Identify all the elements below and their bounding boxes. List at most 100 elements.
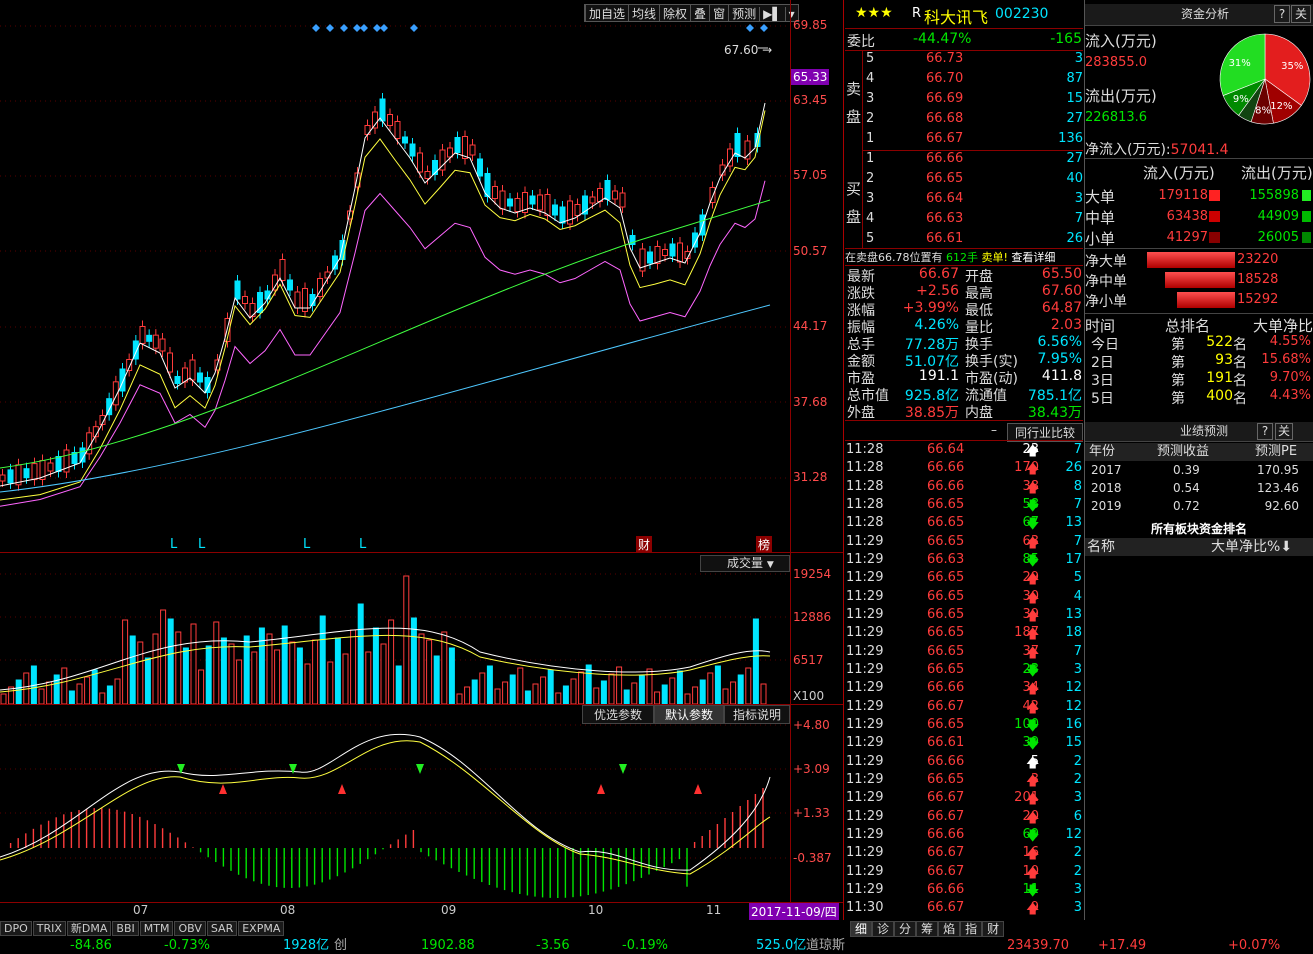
ma-line (0, 180, 766, 507)
order-volume: 27 (1066, 111, 1083, 126)
candle-body (529, 195, 536, 205)
index-name[interactable]: 道琼斯 (806, 938, 845, 954)
flow-out-header: 流出(万元) (1241, 164, 1313, 182)
default-param-button[interactable]: 默认参数 (654, 705, 724, 724)
tick-price: 66.65 (927, 533, 965, 549)
stat-value: 38.85万 (904, 405, 959, 421)
tab-new-dma[interactable]: 新DMA (66, 921, 112, 936)
order-row[interactable]: 3 66.64 3 (862, 191, 1084, 211)
overlay-button[interactable]: 叠 (690, 5, 709, 22)
volume-bar (638, 675, 645, 704)
order-row[interactable]: 3 66.69 15 (862, 91, 1084, 111)
volume-bar (448, 647, 455, 704)
tab-dpo[interactable]: DPO (0, 921, 32, 936)
tick-time: 11:29 (846, 716, 884, 732)
signal-diamond-icon (746, 24, 754, 32)
signal-diamond-icon (410, 24, 418, 32)
index-change-pct: -0.19% (622, 938, 668, 953)
rank-prefix: 第 (1171, 373, 1185, 389)
order-level: 4 (866, 211, 875, 226)
order-row[interactable]: 1 66.66 27 (862, 151, 1084, 171)
tick-count: 12 (1065, 826, 1082, 842)
order-level: 1 (866, 151, 875, 166)
tab-expma[interactable]: EXPMA (238, 921, 285, 936)
sector-net-header[interactable]: 大单净比%⬇ (1211, 538, 1292, 556)
volume-bar (160, 609, 167, 704)
forecast-button[interactable]: 预测 (728, 5, 759, 22)
tab-sar[interactable]: SAR (206, 921, 238, 936)
signal-diamond-icon (380, 24, 388, 32)
order-row[interactable]: 4 66.63 7 (862, 211, 1084, 231)
ranking-badge[interactable]: 榜 (756, 536, 773, 553)
tick-count: 8 (1073, 478, 1082, 494)
tick-price: 66.61 (927, 735, 965, 751)
volume-bar (661, 684, 668, 704)
index-name[interactable]: 创 (334, 938, 347, 954)
indicator-help-button[interactable]: 指标说明 (724, 705, 790, 724)
tick-row: 11:29 66.65 23 🡇 3 (845, 662, 1085, 680)
tick-time: 11:29 (846, 533, 884, 549)
volume-bar (190, 623, 197, 704)
close-button[interactable]: 关 (1291, 5, 1311, 23)
volume-bar (53, 674, 60, 704)
volume-indicator-select[interactable]: 成交量 ▼ (700, 555, 790, 572)
tab-obv[interactable]: OBV (174, 921, 206, 936)
order-row[interactable]: 5 66.61 26 (862, 231, 1084, 251)
buy-signal-icon (694, 784, 702, 794)
tick-price: 66.65 (927, 515, 965, 531)
order-volume: 15 (1066, 91, 1083, 106)
finance-badge[interactable]: 财 (636, 536, 653, 553)
current-price-tag: 65.33 (791, 69, 829, 85)
tab-detail[interactable]: 细 (850, 921, 873, 937)
optimal-param-button[interactable]: 优选参数 (582, 705, 654, 724)
volume-bar (372, 627, 379, 704)
order-volume: 27 (1066, 151, 1083, 166)
tab-indicator[interactable]: 指 (960, 921, 983, 937)
order-row[interactable]: 2 66.65 40 (862, 171, 1084, 191)
order-price: 66.63 (926, 211, 964, 226)
stat-value: +3.99% (902, 300, 959, 316)
sell-order-notice[interactable]: 在卖盘66.78位置有 612手 卖单! 查看详细 (845, 249, 1055, 265)
order-row[interactable]: 4 66.70 87 (862, 71, 1084, 91)
tab-minute[interactable]: 分 (894, 921, 917, 937)
index-value: 1902.88 (421, 938, 475, 953)
flow-in-swatch (1209, 190, 1220, 201)
ma-button[interactable]: 均线 (628, 5, 659, 22)
rank-row: 3日 第 191 名 9.70% (1085, 370, 1313, 389)
ex-rights-button[interactable]: 除权 (659, 5, 690, 22)
order-row[interactable]: 2 66.68 27 (862, 111, 1084, 131)
month-label: 08 (280, 903, 296, 917)
play-icon[interactable]: ▶▌ (759, 7, 784, 21)
order-row[interactable]: 5 66.73 3 (862, 51, 1084, 71)
tab-finance[interactable]: 财 (982, 921, 1005, 937)
view-details-link[interactable]: 查看详细 (1011, 251, 1055, 264)
rank-suffix: 名 (1233, 373, 1247, 389)
tick-row: 11:29 66.61 39 🡇 15 (845, 735, 1085, 753)
close-button[interactable]: 关 (1275, 423, 1293, 440)
help-button[interactable]: ? (1257, 423, 1273, 440)
sector-name-header[interactable]: 名称 (1087, 538, 1115, 556)
tab-bbi[interactable]: BBI (112, 921, 139, 936)
tick-price: 66.67 (927, 845, 965, 861)
tab-mtm[interactable]: MTM (139, 921, 174, 936)
tab-flame[interactable]: 焰 (938, 921, 961, 937)
help-button[interactable]: ? (1274, 5, 1290, 23)
tick-count: 3 (1073, 881, 1082, 897)
volume-bar (251, 651, 258, 704)
index-change: +17.49 (1098, 938, 1147, 953)
tab-chips[interactable]: 筹 (916, 921, 939, 937)
order-row[interactable]: 1 66.67 136 (862, 131, 1084, 151)
volume-chart[interactable] (0, 572, 790, 704)
macd-chart[interactable] (0, 722, 790, 902)
add-watchlist-button[interactable]: 加自选 (585, 5, 628, 22)
candle-body (139, 326, 146, 344)
tab-trix[interactable]: TRIX (32, 921, 66, 936)
tab-diagnosis[interactable]: 诊 (872, 921, 895, 937)
window-button[interactable]: 窗 (709, 5, 728, 22)
candlestick-chart[interactable] (0, 0, 790, 552)
collapse-button[interactable]: – (991, 423, 997, 437)
volume-bar (540, 676, 547, 704)
flow-out-swatch (1302, 190, 1311, 201)
chart-area[interactable] (0, 0, 843, 920)
net-flow-bar (1177, 292, 1235, 308)
